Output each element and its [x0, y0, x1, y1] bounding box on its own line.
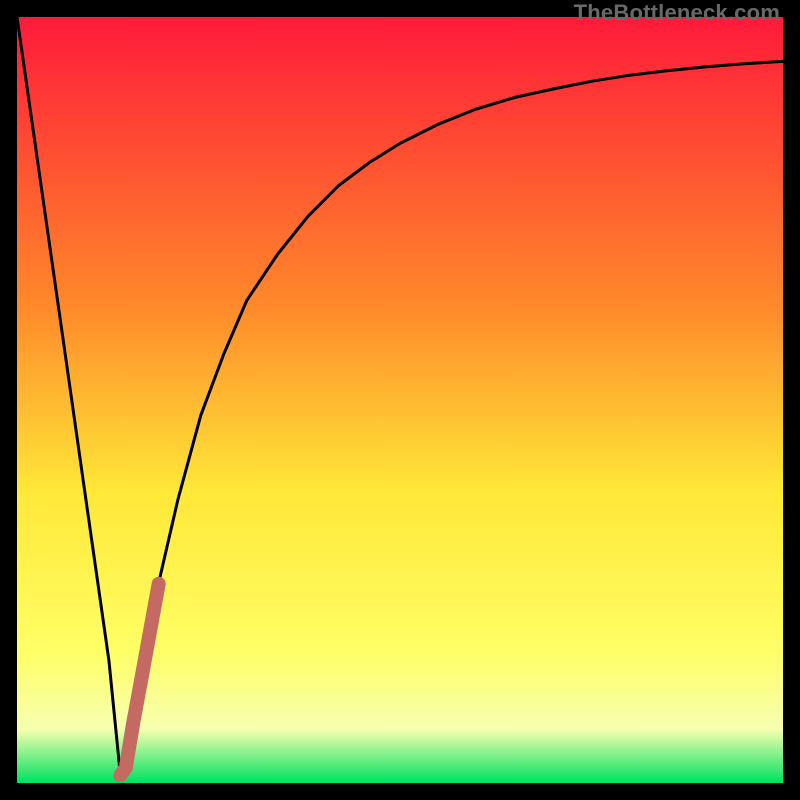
watermark-text: TheBottleneck.com	[574, 0, 780, 26]
gradient-bg	[17, 17, 783, 783]
chart-frame: TheBottleneck.com	[0, 0, 800, 800]
bottleneck-chart	[17, 17, 783, 783]
